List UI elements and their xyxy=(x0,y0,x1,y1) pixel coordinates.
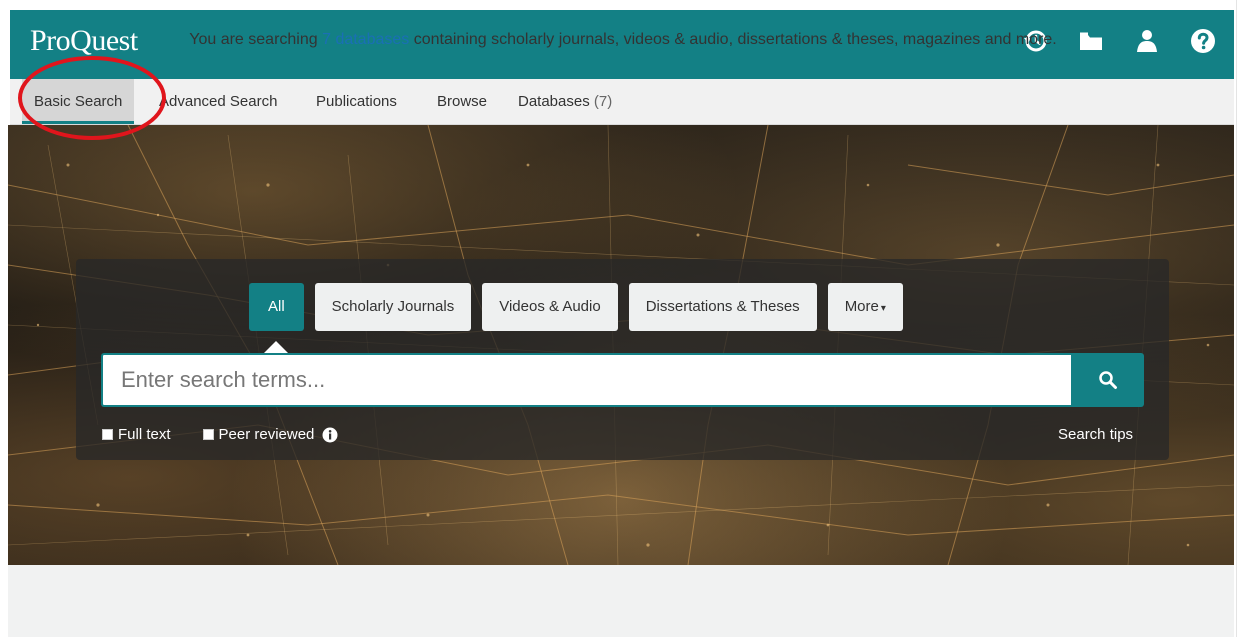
nav-databases[interactable]: Databases (7) xyxy=(518,79,612,124)
tab-more[interactable]: More ▾ xyxy=(827,283,903,331)
database-info: You are searching 7 databases containing… xyxy=(0,31,1246,49)
tab-dissertations-theses[interactable]: Dissertations & Theses xyxy=(628,283,817,331)
tab-videos-audio[interactable]: Videos & Audio xyxy=(482,283,618,331)
peer-reviewed-option: Peer reviewed xyxy=(202,426,339,443)
nav-basic-search[interactable]: Basic Search xyxy=(22,79,135,124)
nav-publications[interactable]: Publications xyxy=(316,79,397,124)
source-type-tabs: All Scholarly Journals Videos & Audio Di… xyxy=(249,283,903,353)
databases-link[interactable]: 7 databases xyxy=(322,31,409,48)
nav-databases-count: (7) xyxy=(593,93,613,110)
search-icon xyxy=(1098,371,1117,389)
page-margin xyxy=(0,0,8,637)
main-nav: Basic Search Advanced Search Publication… xyxy=(10,79,1234,125)
search-tips-link[interactable]: Search tips xyxy=(1058,426,1133,443)
search-button[interactable] xyxy=(1071,353,1144,407)
tab-all[interactable]: All xyxy=(249,283,304,353)
tab-scholarly-journals[interactable]: Scholarly Journals xyxy=(314,283,472,331)
tab-more-label: More xyxy=(844,298,879,315)
info-icon[interactable] xyxy=(322,427,338,443)
search-options: Full text Peer reviewed xyxy=(102,426,338,443)
full-text-option: Full text xyxy=(102,426,171,443)
nav-advanced-search[interactable]: Advanced Search xyxy=(159,79,277,124)
caret-down-icon: ▾ xyxy=(880,303,886,314)
footer-prefix: You are searching xyxy=(189,31,323,48)
peer-reviewed-label: Peer reviewed xyxy=(218,426,315,443)
footer-band xyxy=(8,565,1234,637)
nav-databases-label: Databases xyxy=(518,93,590,110)
nav-browse[interactable]: Browse xyxy=(437,79,487,124)
peer-reviewed-checkbox[interactable] xyxy=(202,429,214,440)
footer-suffix: containing scholarly journals, videos & … xyxy=(409,31,1057,48)
full-text-label: Full text xyxy=(118,426,171,443)
full-text-checkbox[interactable] xyxy=(102,429,113,440)
window-scrollbar[interactable] xyxy=(1236,0,1246,637)
search-input[interactable] xyxy=(101,353,1071,407)
